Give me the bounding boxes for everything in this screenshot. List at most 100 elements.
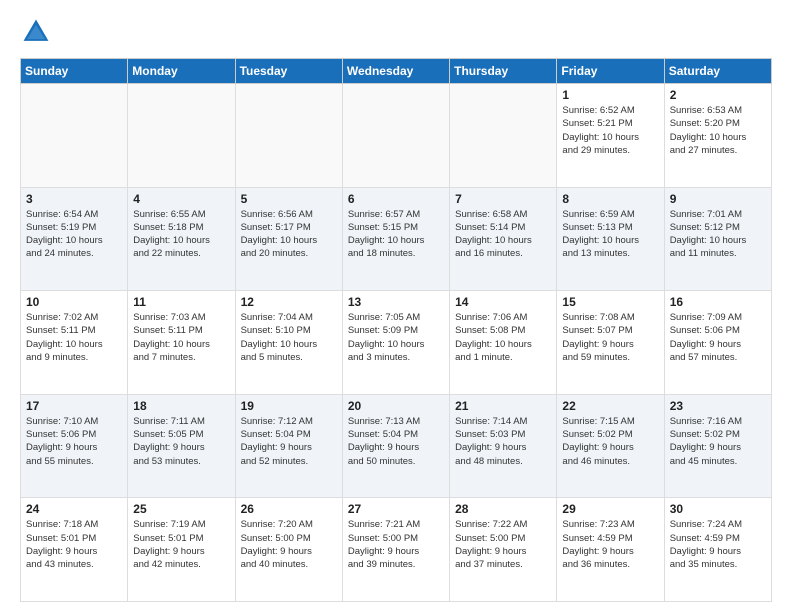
- calendar-cell: [128, 84, 235, 188]
- week-row-3: 10 Sunrise: 7:02 AM Sunset: 5:11 PM Dayli…: [21, 291, 772, 395]
- day-number: 12: [241, 295, 337, 309]
- day-detail: Sunrise: 7:11 AM Sunset: 5:05 PM Dayligh…: [133, 415, 229, 468]
- calendar-cell: [235, 84, 342, 188]
- calendar-cell: 26 Sunrise: 7:20 AM Sunset: 5:00 PM Dayli…: [235, 498, 342, 602]
- day-detail: Sunrise: 7:14 AM Sunset: 5:03 PM Dayligh…: [455, 415, 551, 468]
- calendar-cell: 24 Sunrise: 7:18 AM Sunset: 5:01 PM Dayli…: [21, 498, 128, 602]
- logo: [20, 16, 56, 48]
- day-number: 19: [241, 399, 337, 413]
- calendar-cell: 14 Sunrise: 7:06 AM Sunset: 5:08 PM Dayli…: [450, 291, 557, 395]
- day-detail: Sunrise: 7:03 AM Sunset: 5:11 PM Dayligh…: [133, 311, 229, 364]
- day-detail: Sunrise: 7:20 AM Sunset: 5:00 PM Dayligh…: [241, 518, 337, 571]
- day-detail: Sunrise: 7:16 AM Sunset: 5:02 PM Dayligh…: [670, 415, 766, 468]
- day-detail: Sunrise: 7:10 AM Sunset: 5:06 PM Dayligh…: [26, 415, 122, 468]
- day-number: 22: [562, 399, 658, 413]
- day-detail: Sunrise: 7:06 AM Sunset: 5:08 PM Dayligh…: [455, 311, 551, 364]
- calendar-cell: 3 Sunrise: 6:54 AM Sunset: 5:19 PM Daylig…: [21, 187, 128, 291]
- day-detail: Sunrise: 7:21 AM Sunset: 5:00 PM Dayligh…: [348, 518, 444, 571]
- day-number: 9: [670, 192, 766, 206]
- calendar-header: SundayMondayTuesdayWednesdayThursdayFrid…: [21, 59, 772, 84]
- header: [20, 16, 772, 48]
- day-number: 4: [133, 192, 229, 206]
- calendar-cell: [21, 84, 128, 188]
- week-row-4: 17 Sunrise: 7:10 AM Sunset: 5:06 PM Dayli…: [21, 394, 772, 498]
- day-detail: Sunrise: 7:15 AM Sunset: 5:02 PM Dayligh…: [562, 415, 658, 468]
- day-number: 29: [562, 502, 658, 516]
- calendar-cell: 29Sunrise: 7:23 AM Sunset: 4:59 PM Dayli…: [557, 498, 664, 602]
- weekday-header-monday: Monday: [128, 59, 235, 84]
- calendar: SundayMondayTuesdayWednesdayThursdayFrid…: [20, 58, 772, 602]
- day-number: 1: [562, 88, 658, 102]
- calendar-cell: 4 Sunrise: 6:55 AM Sunset: 5:18 PM Daylig…: [128, 187, 235, 291]
- calendar-cell: 19 Sunrise: 7:12 AM Sunset: 5:04 PM Dayli…: [235, 394, 342, 498]
- day-detail: Sunrise: 7:01 AM Sunset: 5:12 PM Dayligh…: [670, 208, 766, 261]
- calendar-cell: 6 Sunrise: 6:57 AM Sunset: 5:15 PM Daylig…: [342, 187, 449, 291]
- day-number: 10: [26, 295, 122, 309]
- calendar-cell: 27 Sunrise: 7:21 AM Sunset: 5:00 PM Dayli…: [342, 498, 449, 602]
- day-number: 17: [26, 399, 122, 413]
- calendar-cell: 18 Sunrise: 7:11 AM Sunset: 5:05 PM Dayli…: [128, 394, 235, 498]
- day-detail: Sunrise: 6:52 AM Sunset: 5:21 PM Dayligh…: [562, 104, 658, 157]
- day-number: 13: [348, 295, 444, 309]
- day-detail: Sunrise: 6:54 AM Sunset: 5:19 PM Dayligh…: [26, 208, 122, 261]
- day-detail: Sunrise: 6:59 AM Sunset: 5:13 PM Dayligh…: [562, 208, 658, 261]
- calendar-cell: 7 Sunrise: 6:58 AM Sunset: 5:14 PM Daylig…: [450, 187, 557, 291]
- calendar-cell: 16 Sunrise: 7:09 AM Sunset: 5:06 PM Dayli…: [664, 291, 771, 395]
- day-number: 5: [241, 192, 337, 206]
- day-number: 2: [670, 88, 766, 102]
- day-number: 25: [133, 502, 229, 516]
- calendar-cell: 20 Sunrise: 7:13 AM Sunset: 5:04 PM Dayli…: [342, 394, 449, 498]
- day-detail: Sunrise: 7:13 AM Sunset: 5:04 PM Dayligh…: [348, 415, 444, 468]
- day-number: 6: [348, 192, 444, 206]
- calendar-cell: 2Sunrise: 6:53 AM Sunset: 5:20 PM Daylig…: [664, 84, 771, 188]
- weekday-header-sunday: Sunday: [21, 59, 128, 84]
- day-number: 28: [455, 502, 551, 516]
- day-detail: Sunrise: 7:04 AM Sunset: 5:10 PM Dayligh…: [241, 311, 337, 364]
- calendar-cell: 8 Sunrise: 6:59 AM Sunset: 5:13 PM Daylig…: [557, 187, 664, 291]
- calendar-cell: 10 Sunrise: 7:02 AM Sunset: 5:11 PM Dayli…: [21, 291, 128, 395]
- day-detail: Sunrise: 7:09 AM Sunset: 5:06 PM Dayligh…: [670, 311, 766, 364]
- calendar-cell: 1 Sunrise: 6:52 AM Sunset: 5:21 PM Daylig…: [557, 84, 664, 188]
- calendar-cell: 30 Sunrise: 7:24 AM Sunset: 4:59 PM Dayli…: [664, 498, 771, 602]
- day-detail: Sunrise: 6:58 AM Sunset: 5:14 PM Dayligh…: [455, 208, 551, 261]
- day-number: 27: [348, 502, 444, 516]
- weekday-row: SundayMondayTuesdayWednesdayThursdayFrid…: [21, 59, 772, 84]
- day-number: 20: [348, 399, 444, 413]
- page: SundayMondayTuesdayWednesdayThursdayFrid…: [0, 0, 792, 612]
- day-detail: Sunrise: 6:57 AM Sunset: 5:15 PM Dayligh…: [348, 208, 444, 261]
- day-detail: Sunrise: 7:18 AM Sunset: 5:01 PM Dayligh…: [26, 518, 122, 571]
- day-detail: Sunrise: 7:02 AM Sunset: 5:11 PM Dayligh…: [26, 311, 122, 364]
- day-number: 7: [455, 192, 551, 206]
- day-number: 30: [670, 502, 766, 516]
- weekday-header-tuesday: Tuesday: [235, 59, 342, 84]
- day-detail: Sunrise: 7:19 AM Sunset: 5:01 PM Dayligh…: [133, 518, 229, 571]
- calendar-cell: 13Sunrise: 7:05 AM Sunset: 5:09 PM Dayli…: [342, 291, 449, 395]
- day-detail: Sunrise: 7:24 AM Sunset: 4:59 PM Dayligh…: [670, 518, 766, 571]
- day-number: 8: [562, 192, 658, 206]
- calendar-cell: 15 Sunrise: 7:08 AM Sunset: 5:07 PM Dayli…: [557, 291, 664, 395]
- day-detail: Sunrise: 6:55 AM Sunset: 5:18 PM Dayligh…: [133, 208, 229, 261]
- weekday-header-thursday: Thursday: [450, 59, 557, 84]
- calendar-cell: 5 Sunrise: 6:56 AM Sunset: 5:17 PM Daylig…: [235, 187, 342, 291]
- day-number: 14: [455, 295, 551, 309]
- logo-icon: [20, 16, 52, 48]
- day-number: 16: [670, 295, 766, 309]
- day-detail: Sunrise: 7:12 AM Sunset: 5:04 PM Dayligh…: [241, 415, 337, 468]
- day-number: 18: [133, 399, 229, 413]
- day-number: 15: [562, 295, 658, 309]
- day-detail: Sunrise: 6:56 AM Sunset: 5:17 PM Dayligh…: [241, 208, 337, 261]
- day-number: 3: [26, 192, 122, 206]
- day-detail: Sunrise: 7:22 AM Sunset: 5:00 PM Dayligh…: [455, 518, 551, 571]
- day-number: 26: [241, 502, 337, 516]
- week-row-5: 24 Sunrise: 7:18 AM Sunset: 5:01 PM Dayli…: [21, 498, 772, 602]
- day-number: 23: [670, 399, 766, 413]
- calendar-cell: 11 Sunrise: 7:03 AM Sunset: 5:11 PM Dayli…: [128, 291, 235, 395]
- calendar-body: 1 Sunrise: 6:52 AM Sunset: 5:21 PM Daylig…: [21, 84, 772, 602]
- day-number: 24: [26, 502, 122, 516]
- day-number: 11: [133, 295, 229, 309]
- day-detail: Sunrise: 7:08 AM Sunset: 5:07 PM Dayligh…: [562, 311, 658, 364]
- calendar-cell: 22 Sunrise: 7:15 AM Sunset: 5:02 PM Dayli…: [557, 394, 664, 498]
- calendar-cell: 28 Sunrise: 7:22 AM Sunset: 5:00 PM Dayli…: [450, 498, 557, 602]
- calendar-cell: [342, 84, 449, 188]
- weekday-header-wednesday: Wednesday: [342, 59, 449, 84]
